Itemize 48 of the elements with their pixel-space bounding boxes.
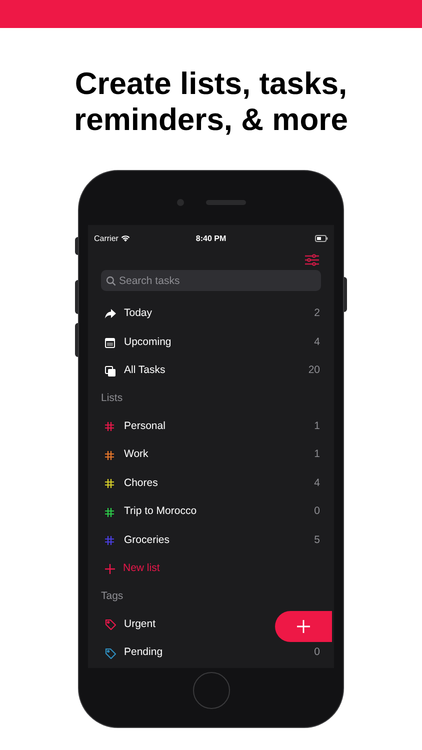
- smart-list-item[interactable]: Upcoming 4: [88, 328, 334, 357]
- list-item[interactable]: Trip to Morocco 0: [88, 498, 334, 526]
- task-count: 2: [314, 306, 320, 322]
- list-item[interactable]: Chores 4: [88, 470, 334, 498]
- task-count: 20: [308, 363, 320, 378]
- task-count: 0: [314, 645, 320, 660]
- search-field[interactable]: Search tasks: [101, 270, 321, 291]
- smart-list-item[interactable]: All Tasks 20: [88, 357, 334, 386]
- wifi-icon: [121, 235, 130, 242]
- tag-item[interactable]: Urgent: [88, 610, 334, 639]
- plus-icon: [105, 564, 115, 574]
- task-count: 4: [314, 476, 320, 491]
- plus-icon: [297, 620, 310, 633]
- search-icon: [106, 276, 116, 286]
- task-count: 0: [314, 504, 320, 520]
- row-label: Trip to Morocco: [124, 504, 197, 520]
- headline: Create lists, tasks, reminders, & more: [73, 66, 349, 138]
- task-count: 4: [314, 334, 320, 350]
- home-button[interactable]: [192, 672, 230, 709]
- task-count: 1: [314, 447, 320, 462]
- stacked-pages-icon: [105, 366, 116, 377]
- battery-icon: [314, 235, 328, 242]
- row-label: All Tasks: [124, 363, 166, 378]
- carrier-label: Carrier: [94, 232, 118, 244]
- list-item[interactable]: Groceries 5: [88, 526, 334, 555]
- row-label: Groceries: [124, 532, 170, 548]
- list-item[interactable]: Work 1: [88, 441, 334, 470]
- section-header: Tags: [100, 589, 124, 604]
- row-label: Chores: [124, 476, 158, 491]
- tag-item[interactable]: Pending 0: [88, 639, 334, 668]
- filter-icon[interactable]: [305, 254, 319, 266]
- calendar-icon: [105, 338, 115, 348]
- task-count: 5: [314, 532, 320, 548]
- row-label: Today: [124, 306, 152, 322]
- row-label: Work: [124, 447, 148, 462]
- row-label: Personal: [124, 418, 166, 434]
- status-time: 8:40 PM: [196, 232, 226, 244]
- add-task-button[interactable]: [275, 611, 332, 642]
- row-label: Upcoming: [124, 334, 172, 350]
- arrow-icon: [105, 309, 116, 320]
- new-list-button[interactable]: New list: [88, 555, 334, 584]
- list-item[interactable]: Personal 1: [88, 412, 334, 441]
- row-label: Pending: [124, 645, 163, 660]
- section-header: Lists: [100, 391, 124, 406]
- speaker-grille: [206, 200, 246, 204]
- smart-list-item[interactable]: Today 2: [88, 300, 334, 328]
- row-label: Urgent: [124, 616, 156, 632]
- task-count: 1: [314, 418, 320, 434]
